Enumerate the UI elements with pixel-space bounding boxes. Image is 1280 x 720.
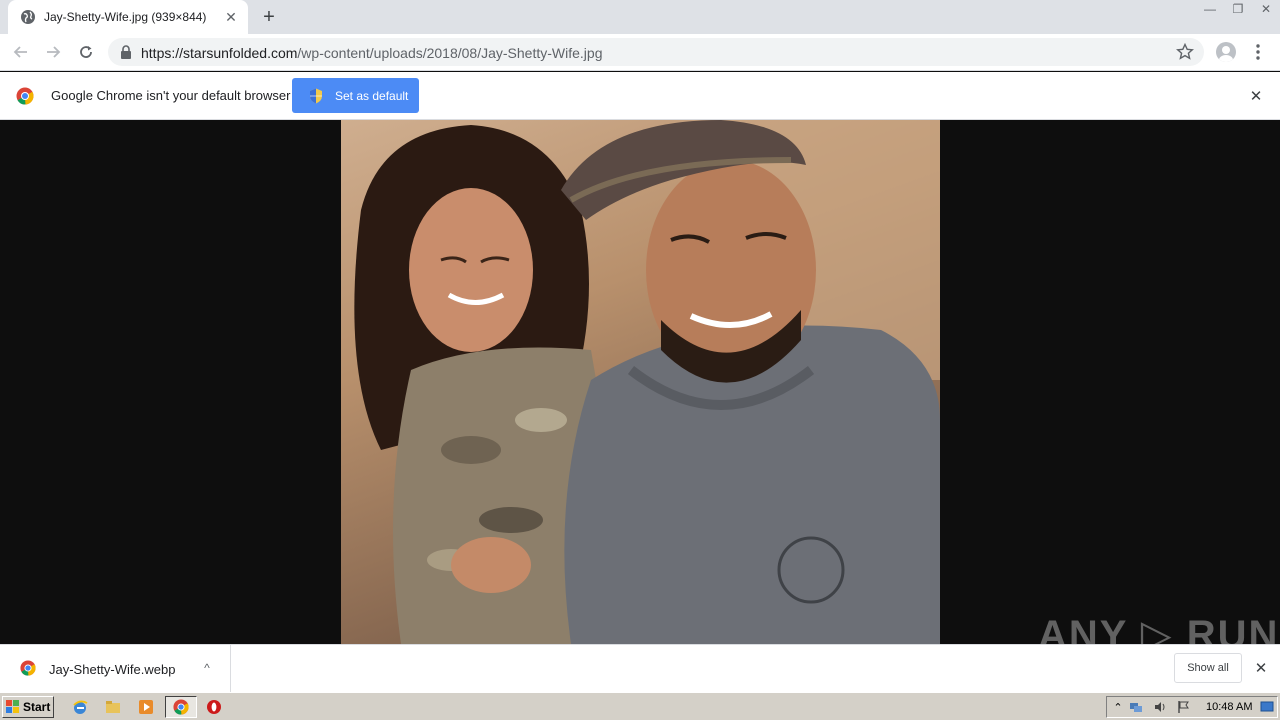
back-arrow-icon (13, 46, 27, 58)
profile-avatar-icon[interactable] (1216, 42, 1236, 62)
restore-button[interactable]: ❐ (1224, 0, 1252, 18)
back-button[interactable] (9, 40, 33, 64)
chrome-taskbar-icon[interactable] (172, 698, 190, 716)
download-bar-close-icon[interactable]: ✕ (1252, 659, 1270, 677)
uac-shield-icon (310, 88, 322, 103)
volume-icon[interactable] (1153, 700, 1167, 714)
bookmark-star-icon[interactable] (1176, 43, 1194, 61)
kebab-menu-icon[interactable] (1250, 42, 1266, 62)
set-as-default-label: Set as default (335, 88, 409, 103)
image-viewer (0, 120, 1280, 644)
download-bar: Jay-Shetty-Wife.webp ^ Show all ✕ (0, 644, 1280, 693)
url-host: https://starsunfolded.com (141, 45, 298, 61)
default-browser-infobar: Google Chrome isn't your default browser… (0, 72, 1280, 120)
chrome-logo-icon (16, 87, 34, 105)
tray-expand-icon[interactable]: ⌃ (1111, 700, 1125, 714)
new-tab-button[interactable]: + (258, 6, 280, 28)
url-text: https://starsunfolded.com/wp-content/upl… (141, 45, 602, 61)
file-explorer-icon[interactable] (104, 698, 122, 716)
taskbar-clock: 10:48 AM (1206, 701, 1253, 713)
windows-taskbar: Start ⌃ 10:48 AM (0, 692, 1280, 720)
start-button[interactable]: Start (2, 696, 54, 718)
infobar-close-icon[interactable]: ✕ (1247, 87, 1265, 105)
address-bar[interactable]: https://starsunfolded.com/wp-content/upl… (108, 38, 1204, 66)
tab-active[interactable]: Jay-Shetty-Wife.jpg (939×844) ✕ (8, 0, 248, 34)
show-all-button[interactable]: Show all (1174, 653, 1242, 683)
media-player-icon[interactable] (137, 698, 155, 716)
globe-icon (21, 10, 35, 24)
url-path: /wp-content/uploads/2018/08/Jay-Shetty-W… (297, 45, 603, 61)
tab-strip: Jay-Shetty-Wife.jpg (939×844) ✕ + — ❐ ✕ (0, 0, 1280, 34)
browser-toolbar: https://starsunfolded.com/wp-content/upl… (0, 34, 1280, 71)
forward-button[interactable] (41, 40, 65, 64)
window-controls: — ❐ ✕ (1196, 0, 1280, 20)
network-icon[interactable] (1129, 700, 1143, 714)
set-as-default-button[interactable]: Set as default (292, 78, 419, 113)
system-tray: ⌃ 10:48 AM (1106, 696, 1278, 718)
infobar-message: Google Chrome isn't your default browser (51, 88, 291, 103)
show-desktop-icon[interactable] (1260, 700, 1274, 714)
download-filename: Jay-Shetty-Wife.webp (49, 662, 176, 677)
photo-image[interactable] (341, 120, 940, 644)
forward-arrow-icon (47, 46, 61, 58)
lock-icon[interactable] (120, 45, 132, 59)
reload-button[interactable] (74, 40, 98, 64)
reload-icon (80, 46, 92, 58)
minimize-button[interactable]: — (1196, 0, 1224, 18)
internet-explorer-icon[interactable] (71, 698, 89, 716)
chevron-up-icon[interactable]: ^ (198, 659, 216, 677)
windows-flag-icon (6, 700, 19, 713)
tab-close-icon[interactable]: ✕ (222, 8, 240, 26)
opera-icon[interactable] (205, 698, 223, 716)
download-item[interactable]: Jay-Shetty-Wife.webp ^ (0, 645, 231, 693)
start-label: Start (23, 700, 51, 714)
tab-title: Jay-Shetty-Wife.jpg (939×844) (44, 10, 207, 24)
chrome-file-icon (20, 660, 36, 676)
action-center-flag-icon[interactable] (1177, 700, 1191, 714)
window-close-button[interactable]: ✕ (1252, 0, 1280, 18)
